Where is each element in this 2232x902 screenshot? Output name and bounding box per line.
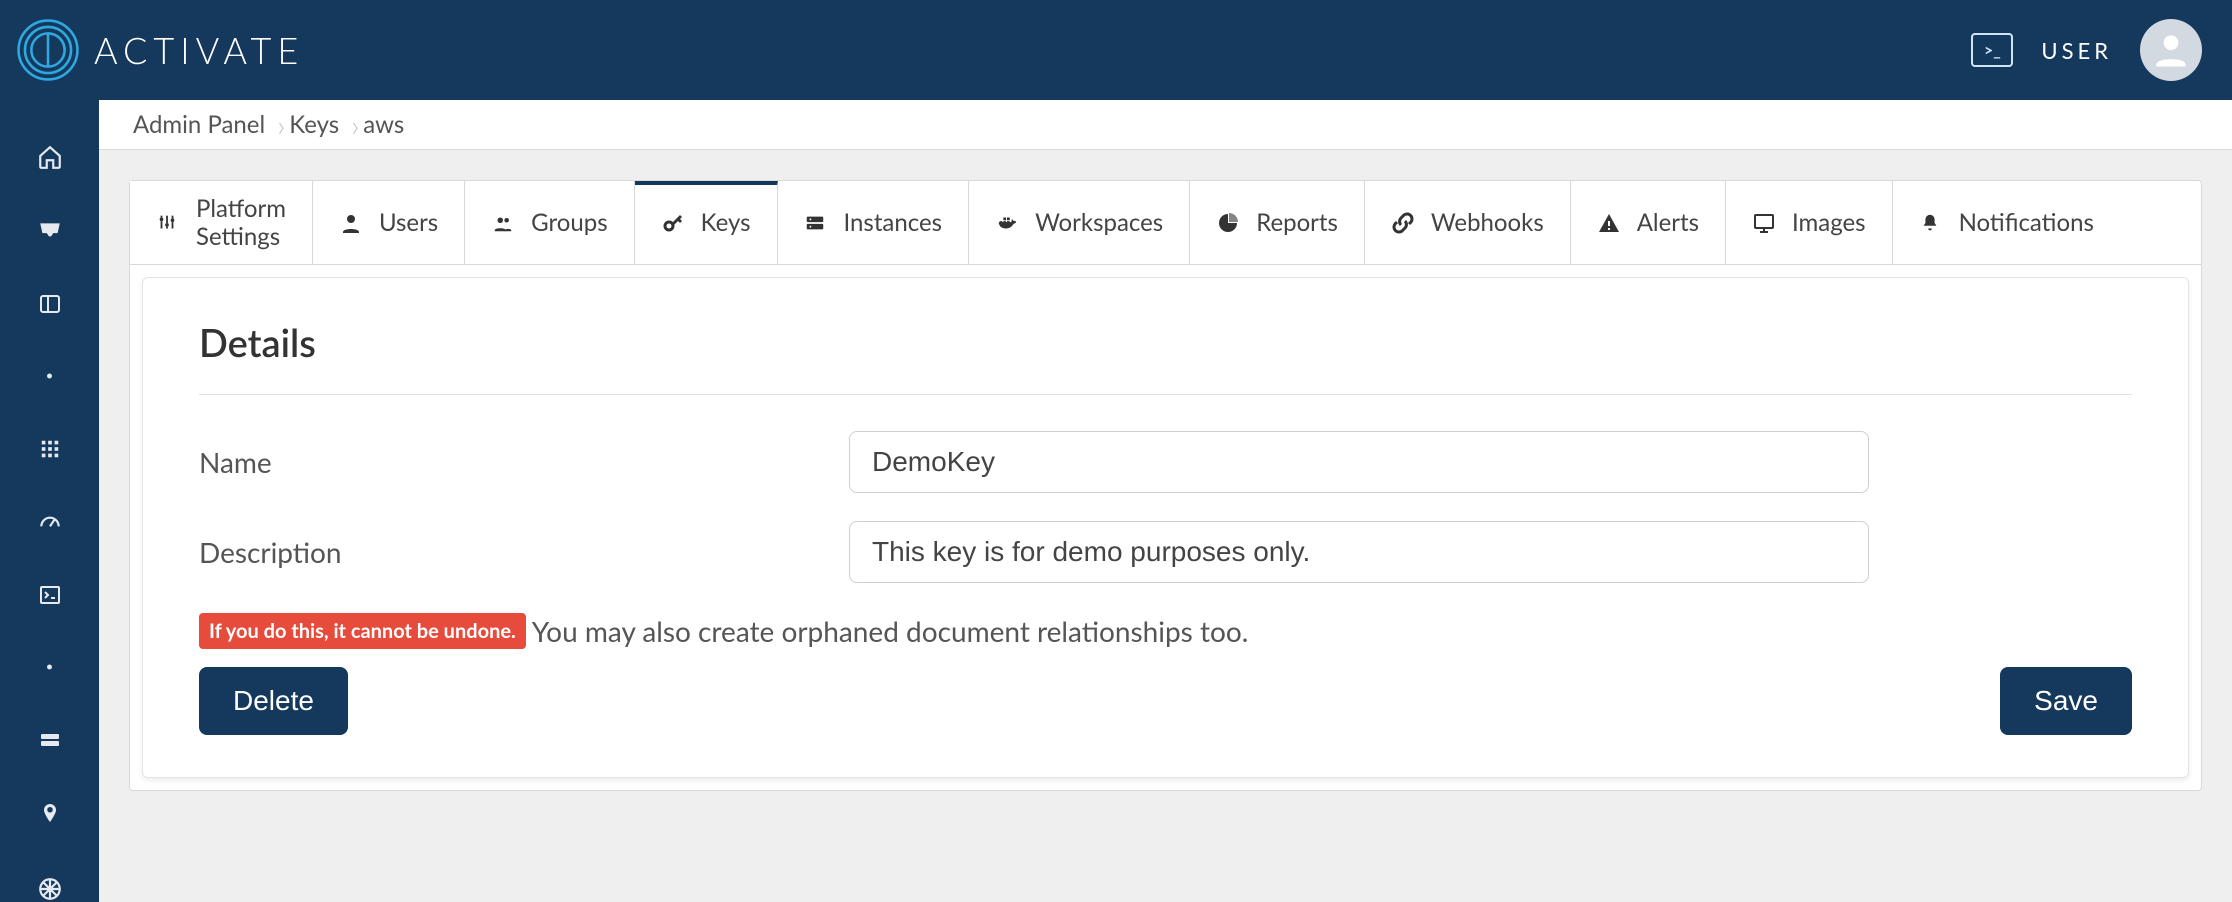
sidebar-pin[interactable] [35, 800, 65, 828]
tab-images[interactable]: Images [1726, 181, 1893, 264]
details-panel: Details Name Description If you do this,… [142, 277, 2189, 778]
tab-groups[interactable]: Groups [465, 181, 634, 264]
name-label: Name [199, 445, 849, 479]
tab-instances[interactable]: Instances [778, 181, 970, 264]
tab-label: Instances [844, 208, 943, 237]
crumb-keys[interactable]: Keys [279, 100, 357, 149]
tab-users[interactable]: Users [313, 181, 465, 264]
sidebar-inbox[interactable] [35, 218, 65, 244]
user-label[interactable]: USER [2041, 37, 2112, 64]
pie-chart-icon [1216, 211, 1240, 235]
warning-text: You may also create orphaned document re… [532, 614, 1249, 648]
tab-webhooks[interactable]: Webhooks [1365, 181, 1571, 264]
tab-label: Notifications [1959, 208, 2094, 237]
brand-text: ACTIVATE [94, 28, 304, 72]
sidebar-home[interactable] [35, 144, 65, 170]
tab-label: Images [1792, 208, 1866, 237]
sidebar: ● ● [0, 100, 99, 902]
terminal-button[interactable]: >_ [1971, 33, 2013, 67]
tab-label: Groups [531, 208, 607, 237]
name-input[interactable] [849, 431, 1869, 493]
tab-label: Users [379, 208, 438, 237]
brand-logo[interactable]: ACTIVATE [14, 16, 304, 84]
tab-notifications[interactable]: Notifications [1893, 181, 2120, 264]
docker-icon [995, 211, 1019, 235]
sidebar-storage[interactable] [35, 728, 65, 752]
tab-platform-settings[interactable]: PlatformSettings [130, 181, 313, 264]
tab-label: Alerts [1637, 208, 1699, 237]
sidebar-grid[interactable] [35, 437, 65, 461]
description-label: Description [199, 535, 849, 569]
user-icon [339, 211, 363, 235]
crumb-aws[interactable]: aws [353, 100, 422, 149]
tab-label: PlatformSettings [196, 195, 286, 250]
group-icon [491, 211, 515, 235]
warning-badge: If you do this, it cannot be undone. [199, 613, 526, 649]
tab-label: Workspaces [1035, 208, 1163, 237]
sidebar-gauge[interactable] [35, 509, 65, 535]
topbar: ACTIVATE >_ USER [0, 0, 2232, 100]
description-input[interactable] [849, 521, 1869, 583]
divider [199, 394, 2132, 395]
sidebar-dot-2[interactable]: ● [35, 655, 65, 679]
spiral-icon [14, 16, 82, 84]
sidebar-panel[interactable] [35, 292, 65, 316]
bell-icon [1919, 211, 1943, 235]
tab-label: Keys [701, 208, 751, 237]
link-icon [1391, 211, 1415, 235]
sidebar-terminal[interactable] [35, 583, 65, 607]
monitor-icon [1752, 211, 1776, 235]
tab-keys[interactable]: Keys [635, 181, 778, 264]
tab-label: Reports [1256, 208, 1338, 237]
tab-workspaces[interactable]: Workspaces [969, 181, 1190, 264]
terminal-icon: >_ [1984, 41, 2001, 60]
save-button[interactable]: Save [2000, 667, 2132, 735]
tabs: PlatformSettings Users Groups [130, 181, 2201, 265]
server-icon [804, 211, 828, 235]
breadcrumb: Admin Panel › Keys › aws [99, 100, 2232, 150]
tab-reports[interactable]: Reports [1190, 181, 1365, 264]
tab-label: Webhooks [1431, 208, 1544, 237]
tab-alerts[interactable]: Alerts [1571, 181, 1726, 264]
settings-sliders-icon [156, 211, 180, 235]
avatar[interactable] [2140, 19, 2202, 81]
sidebar-dot-1[interactable]: ● [35, 364, 65, 388]
sidebar-wheel[interactable] [35, 876, 65, 902]
panel-title: Details [199, 320, 2132, 366]
delete-button[interactable]: Delete [199, 667, 348, 735]
key-icon [661, 211, 685, 235]
crumb-admin-panel[interactable]: Admin Panel [129, 100, 283, 149]
admin-card: PlatformSettings Users Groups [129, 180, 2202, 791]
alert-icon [1597, 211, 1621, 235]
